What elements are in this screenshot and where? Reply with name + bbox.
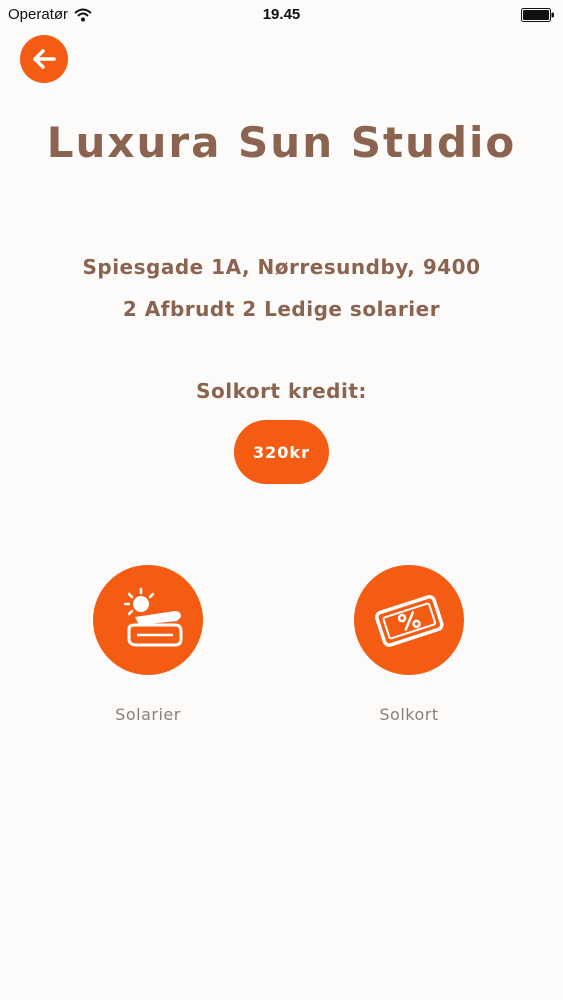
arrow-left-icon xyxy=(33,49,56,69)
page-title: Luxura Sun Studio xyxy=(46,118,517,167)
solkort-button[interactable]: Solkort xyxy=(339,565,479,724)
status-time: 19.45 xyxy=(262,6,301,23)
battery-icon xyxy=(521,8,554,22)
solarier-button[interactable]: Solarier xyxy=(78,565,218,724)
back-button[interactable] xyxy=(20,35,68,83)
solarier-circle[interactable] xyxy=(93,565,203,675)
studio-address: Spiesgade 1A, Nørresundby, 9400 xyxy=(82,255,481,279)
credit-label: Solkort kredit: xyxy=(196,379,367,403)
sunbed-availability: 2 Afbrudt 2 Ledige solarier xyxy=(122,297,441,321)
credit-amount: 320kr xyxy=(253,442,310,462)
credit-badge: 320kr xyxy=(234,420,329,484)
sunbed-icon xyxy=(123,587,183,647)
solkort-label: Solkort xyxy=(379,705,439,724)
solarier-label: Solarier xyxy=(115,705,181,724)
status-bar: Operatør 19.45 xyxy=(0,0,563,30)
solkort-circle[interactable] xyxy=(354,565,464,675)
discount-card-icon xyxy=(375,595,444,647)
